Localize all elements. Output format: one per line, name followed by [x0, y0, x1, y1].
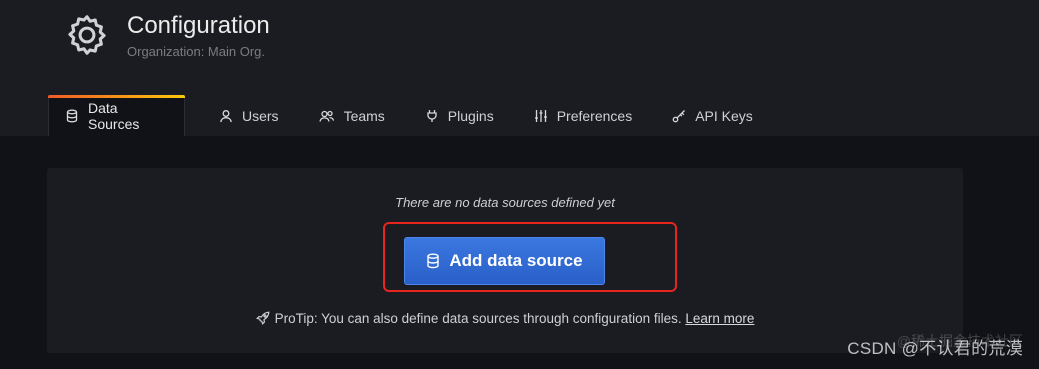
tab-label: Data Sources	[88, 99, 140, 132]
tab-label: Preferences	[556, 107, 633, 124]
user-icon	[219, 109, 233, 123]
users-icon	[318, 109, 335, 123]
database-icon	[426, 253, 440, 269]
learn-more-link[interactable]: Learn more	[685, 311, 754, 326]
tab-preferences[interactable]: Preferences	[518, 95, 646, 136]
plug-icon	[425, 109, 439, 123]
tab-plugins[interactable]: Plugins	[409, 95, 508, 136]
tab-label: API Keys	[695, 107, 753, 124]
page-title: Configuration	[127, 12, 270, 39]
empty-state-panel: There are no data sources defined yet Ad…	[47, 168, 963, 353]
tab-data-sources[interactable]: Data Sources	[48, 95, 185, 136]
config-tabs: Data Sources Users Teams Plugins Prefere…	[48, 95, 767, 136]
key-icon	[672, 109, 686, 123]
protip: ProTip: You can also define data sources…	[47, 311, 963, 326]
add-data-source-label: Add data source	[449, 251, 583, 270]
tab-label: Teams	[343, 107, 385, 124]
database-icon	[65, 109, 79, 123]
sliders-icon	[534, 109, 548, 123]
protip-text: ProTip: You can also define data sources…	[274, 311, 682, 326]
gear-icon	[64, 12, 110, 58]
tab-users[interactable]: Users	[203, 95, 293, 136]
rocket-icon	[255, 311, 270, 325]
empty-state-message: There are no data sources defined yet	[395, 195, 615, 210]
watermark: CSDN @不认君的荒漠	[847, 339, 1023, 358]
tab-label: Users	[242, 107, 279, 124]
add-data-source-button[interactable]: Add data source	[404, 237, 605, 285]
tab-api-keys[interactable]: API Keys	[656, 95, 767, 136]
tab-label: Plugins	[447, 107, 494, 124]
page-header: Configuration Organization: Main Org. Da…	[0, 0, 1039, 136]
tab-teams[interactable]: Teams	[303, 95, 399, 136]
page: Configuration Organization: Main Org. Da…	[0, 0, 1039, 369]
organization-subtitle: Organization: Main Org.	[127, 44, 266, 59]
